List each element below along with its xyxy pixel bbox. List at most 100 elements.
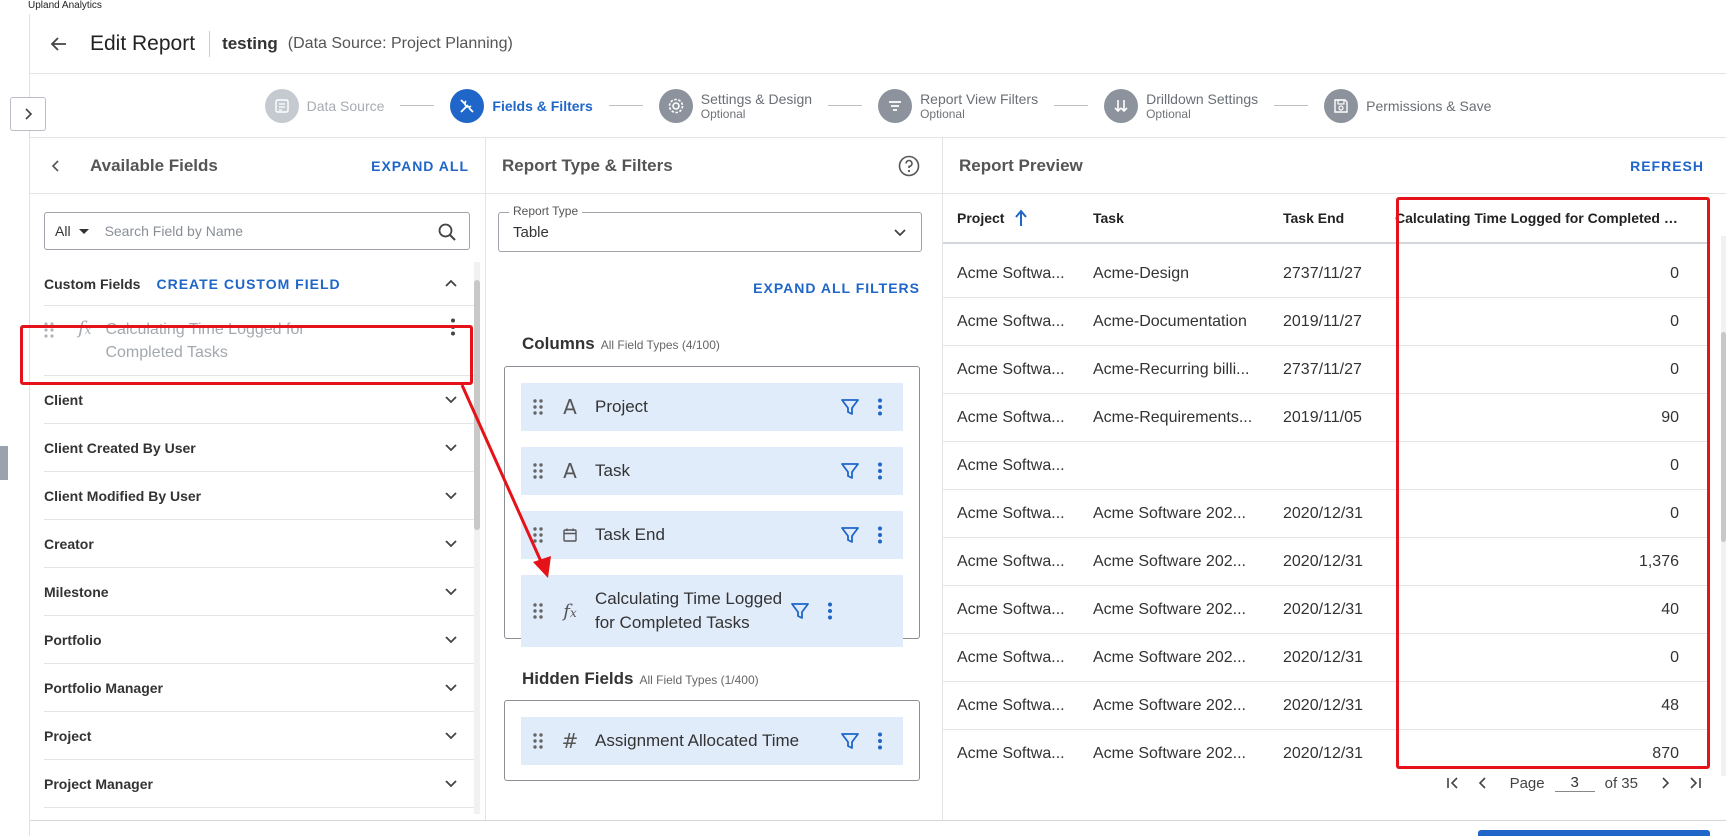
field-group-item[interactable]: Portfolio Manager: [44, 664, 474, 712]
table-row[interactable]: Acme Softwa... Acme-Documentation 2019/11/…: [943, 298, 1708, 346]
chevron-down-icon[interactable]: [444, 535, 458, 553]
help-icon[interactable]: [898, 155, 920, 182]
expand-all-filters-button[interactable]: EXPAND ALL FILTERS: [753, 280, 920, 296]
table-cell: Acme Softwa...: [957, 600, 1065, 618]
column-header-calculated-time[interactable]: Calculating Time Logged for Completed Ta…: [1381, 210, 1693, 226]
table-row[interactable]: Acme Softwa... Acme Software 202... 2020/1…: [943, 538, 1708, 586]
filter-icon[interactable]: [835, 461, 865, 481]
report-name: testing: [222, 33, 278, 53]
custom-field-item[interactable]: fx Calculating Time Logged for Completed…: [44, 306, 474, 376]
field-group-item[interactable]: Project Manager: [44, 760, 474, 808]
back-button[interactable]: [42, 27, 76, 61]
custom-fields-title: Custom Fields: [44, 275, 141, 292]
more-vertical-icon[interactable]: [865, 462, 895, 480]
field-group-item[interactable]: Project: [44, 712, 474, 760]
more-vertical-icon[interactable]: [865, 732, 895, 750]
step-fields-filters[interactable]: Fields & Filters: [450, 88, 593, 123]
more-vertical-icon[interactable]: [450, 318, 456, 341]
scrollbar-thumb[interactable]: [474, 280, 480, 530]
column-item[interactable]: A Project: [521, 383, 903, 431]
step-settings-design[interactable]: Settings & Design Optional: [658, 88, 812, 123]
columns-dropzone[interactable]: A Project A Task Task End fx Calculating Time …: [504, 366, 920, 647]
drag-handle-icon[interactable]: [521, 527, 555, 543]
scrollbar[interactable]: [1721, 236, 1726, 776]
field-group-item[interactable]: Milestone: [44, 568, 474, 616]
table-row[interactable]: Acme Softwa... Acme Software 202... 2020/1…: [943, 634, 1708, 682]
drag-handle-icon[interactable]: [521, 399, 555, 415]
filter-icon[interactable]: [785, 601, 815, 621]
chevron-down-icon[interactable]: [444, 583, 458, 601]
field-group-item[interactable]: Client: [44, 376, 474, 424]
field-group-item[interactable]: Portfolio: [44, 616, 474, 664]
step-label: Report View Filters: [920, 90, 1039, 107]
search-scope-select[interactable]: All: [45, 223, 91, 239]
left-rail-handle[interactable]: [0, 446, 8, 480]
custom-fields-header: Custom Fields CREATE CUSTOM FIELD: [44, 262, 474, 306]
drag-handle-icon[interactable]: [44, 322, 58, 343]
scrollbar[interactable]: [474, 262, 480, 814]
filter-icon[interactable]: [835, 731, 865, 751]
hidden-fields-dropzone[interactable]: # Assignment Allocated Time: [504, 700, 920, 781]
more-vertical-icon[interactable]: [865, 398, 895, 416]
create-custom-field-button[interactable]: CREATE CUSTOM FIELD: [156, 276, 340, 292]
chevron-down-icon[interactable]: [444, 391, 458, 409]
step-permissions-save[interactable]: Permissions & Save: [1324, 88, 1491, 123]
step-data-source[interactable]: Data Source: [264, 88, 384, 123]
page-number-input[interactable]: [1554, 774, 1595, 792]
expand-sidebar-button[interactable]: [10, 97, 46, 131]
last-page-icon: [1690, 777, 1701, 789]
field-group-item[interactable]: Client Modified By User: [44, 472, 474, 520]
next-page-button[interactable]: [1650, 776, 1680, 790]
column-item[interactable]: fx Calculating Time Logged for Completed …: [521, 575, 903, 647]
drag-handle-icon[interactable]: [521, 733, 555, 749]
table-row[interactable]: Acme Softwa... Acme Software 202... 2020/1…: [943, 730, 1708, 762]
previous-page-button[interactable]: [1468, 776, 1498, 790]
chevron-down-icon[interactable]: [444, 631, 458, 649]
column-header-task-end[interactable]: Task End: [1269, 210, 1381, 226]
scrollbar-thumb[interactable]: [1721, 332, 1726, 542]
sort-ascending-icon: [1015, 209, 1028, 226]
collapse-panel-button[interactable]: [34, 159, 78, 173]
step-drilldown-settings[interactable]: Drilldown Settings Optional: [1104, 88, 1258, 123]
table-cell: Acme-Recurring billi...: [1093, 360, 1250, 378]
table-row[interactable]: Acme Softwa... Acme Software 202... 2020/1…: [943, 682, 1708, 730]
column-item[interactable]: A Task: [521, 447, 903, 495]
field-group-item[interactable]: Creator: [44, 520, 474, 568]
chevron-down-icon[interactable]: [444, 487, 458, 505]
more-vertical-icon[interactable]: [865, 526, 895, 544]
chevron-down-icon[interactable]: [444, 727, 458, 745]
step-report-view-filters[interactable]: Report View Filters Optional: [878, 88, 1039, 123]
chevron-down-icon[interactable]: [444, 775, 458, 793]
chevron-down-icon[interactable]: [444, 439, 458, 457]
chevron-down-icon[interactable]: [444, 679, 458, 697]
drag-handle-icon[interactable]: [521, 463, 555, 479]
column-item[interactable]: # Assignment Allocated Time: [521, 717, 903, 765]
chevron-up-icon[interactable]: [444, 275, 458, 293]
table-row[interactable]: Acme Softwa... Acme Software 202... 2020/1…: [943, 490, 1708, 538]
caret-down-icon: [78, 229, 89, 234]
search-input[interactable]: [104, 223, 405, 239]
report-type-value: Table: [513, 223, 549, 241]
column-header-task[interactable]: Task: [1079, 210, 1269, 226]
refresh-button[interactable]: REFRESH: [1630, 158, 1704, 174]
table-row[interactable]: Acme Softwa... Acme Software 202... 2020/1…: [943, 586, 1708, 634]
expand-all-button[interactable]: EXPAND ALL: [371, 158, 469, 174]
report-type-select[interactable]: Report Type Table: [498, 204, 922, 252]
search-icon[interactable]: [437, 222, 457, 247]
field-group-item[interactable]: Client Created By User: [44, 424, 474, 472]
footer-primary-button[interactable]: [1478, 830, 1710, 836]
field-group-label: Client: [44, 391, 83, 408]
column-header-project[interactable]: Project: [943, 209, 1079, 227]
table-row[interactable]: Acme Softwa... Acme-Design 2737/11/27 0: [943, 250, 1708, 298]
drag-handle-icon[interactable]: [521, 603, 555, 619]
last-page-button[interactable]: [1680, 776, 1710, 790]
first-page-button[interactable]: [1438, 776, 1468, 790]
table-row[interactable]: Acme Softwa... 0: [943, 442, 1708, 490]
table-row[interactable]: Acme Softwa... Acme-Requirements... 2019/1…: [943, 394, 1708, 442]
more-vertical-icon[interactable]: [815, 602, 845, 620]
filter-icon[interactable]: [835, 525, 865, 545]
column-item[interactable]: Task End: [521, 511, 903, 559]
table-header-row: Project Task Task End Calculating Time L…: [943, 194, 1708, 244]
filter-icon[interactable]: [835, 397, 865, 417]
table-row[interactable]: Acme Softwa... Acme-Recurring billi... 273…: [943, 346, 1708, 394]
